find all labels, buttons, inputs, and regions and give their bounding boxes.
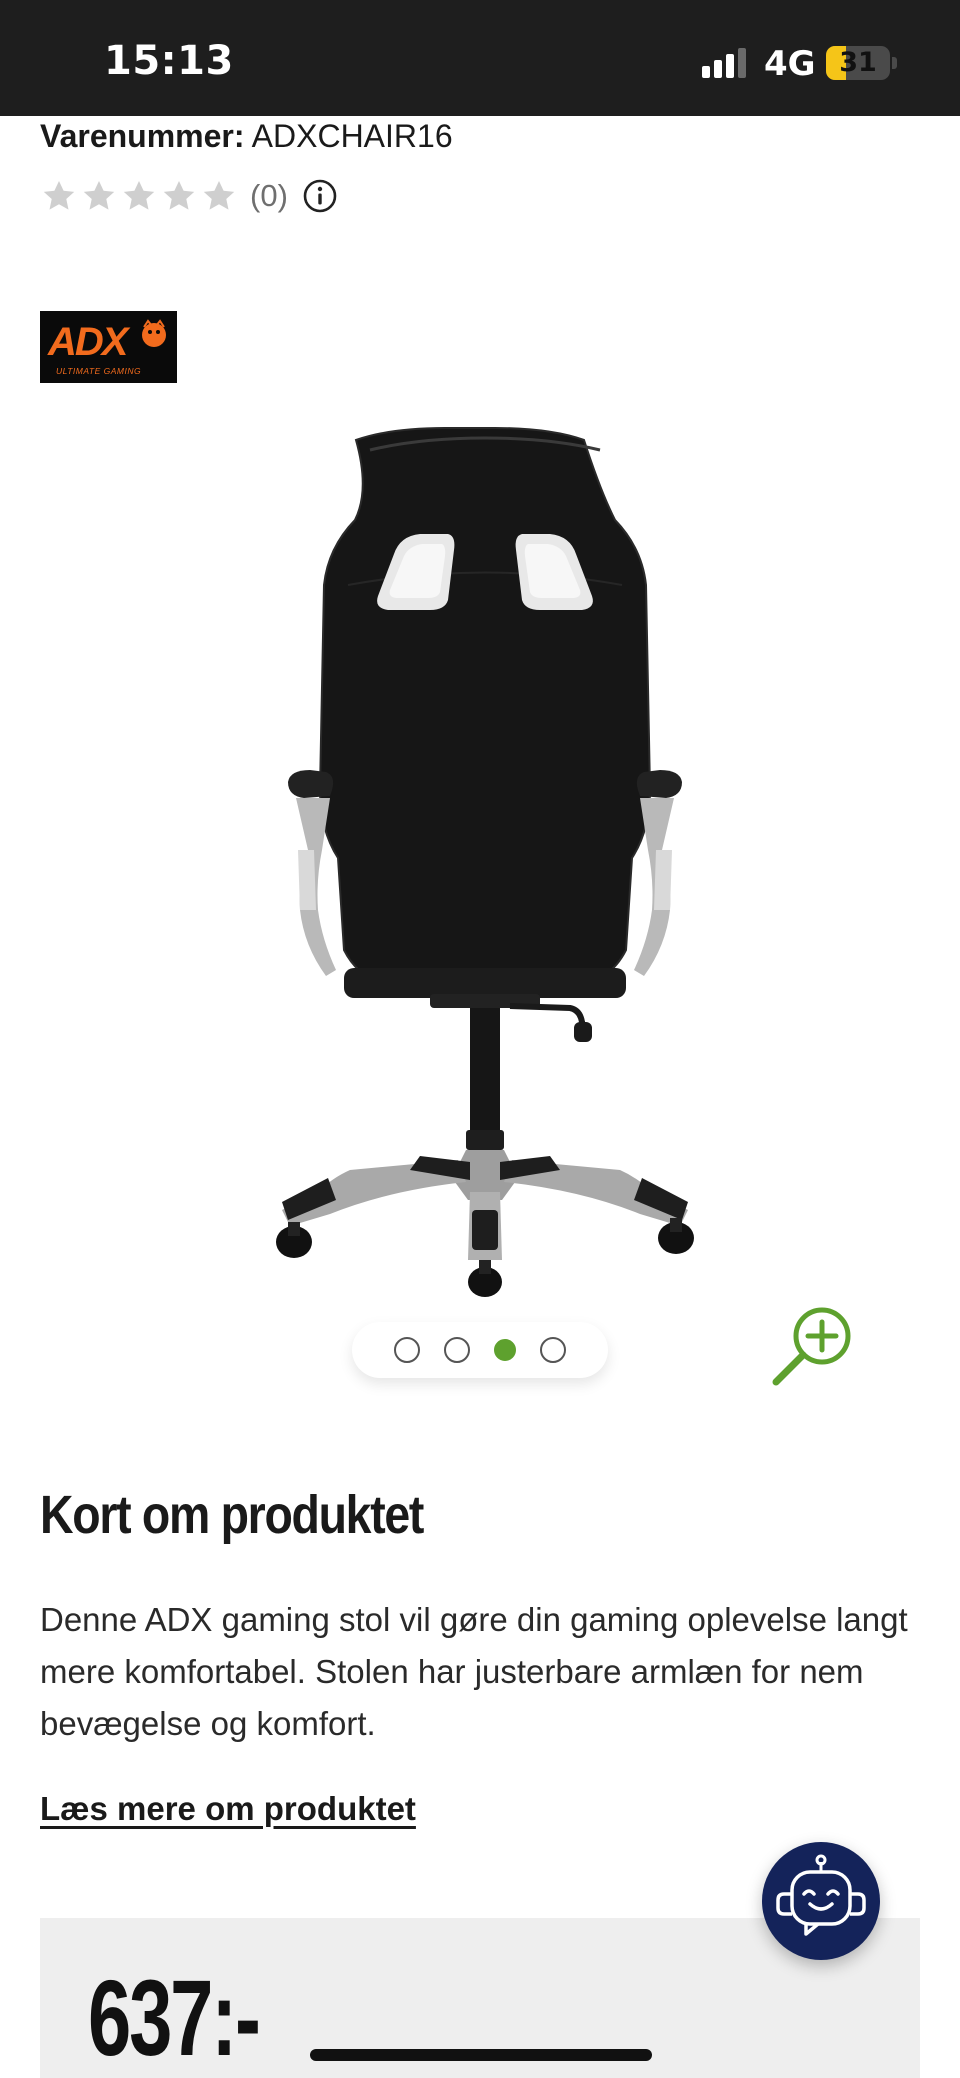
status-bar: 15:13 4G 31	[0, 0, 960, 116]
price-value: 637:-	[88, 1957, 261, 2078]
price-divider	[310, 2049, 652, 2061]
adx-logo-icon: ADX ULTIMATE GAMING	[47, 319, 166, 376]
rating-count: (0)	[250, 178, 288, 213]
info-icon[interactable]	[302, 178, 338, 214]
star-icon	[163, 180, 195, 210]
battery-icon: 31	[826, 46, 890, 80]
sku-row: Varenummer: ADXCHAIR16	[40, 116, 453, 156]
zoom-in-icon[interactable]	[768, 1302, 858, 1392]
star-icon	[203, 180, 235, 210]
robot-icon	[776, 1854, 866, 1936]
network-type: 4G	[764, 44, 816, 84]
star-icon	[43, 180, 75, 210]
gallery-dot[interactable]	[394, 1337, 420, 1363]
gallery-dot[interactable]	[444, 1337, 470, 1363]
gallery-dot[interactable]	[540, 1337, 566, 1363]
product-gallery[interactable]	[0, 410, 960, 1310]
rating-row[interactable]: (0)	[40, 174, 338, 218]
star-icon	[123, 180, 155, 210]
gallery-pagination[interactable]	[352, 1322, 608, 1378]
about-title: Kort om produktet	[40, 1485, 424, 1545]
sku-value: ADXCHAIR16	[251, 118, 453, 154]
brand-logo-subtext: ULTIMATE GAMING	[56, 366, 141, 376]
star-icon	[83, 180, 115, 210]
product-image[interactable]	[270, 410, 700, 1300]
rating-stars	[40, 177, 238, 215]
sku-label: Varenummer:	[40, 118, 245, 154]
brand-logo-text: ADX	[47, 320, 131, 364]
brand-logo[interactable]: ADX ULTIMATE GAMING	[40, 311, 177, 383]
battery-cap	[892, 57, 897, 69]
signal-icon	[702, 48, 746, 78]
status-time: 15:13	[104, 38, 234, 84]
read-more-link[interactable]: Læs mere om produktet	[40, 1790, 416, 1828]
battery-level: 31	[839, 47, 877, 78]
chat-bot-button[interactable]	[762, 1842, 880, 1960]
gallery-dot[interactable]	[494, 1339, 516, 1361]
about-description: Denne ADX gaming stol vil gøre din gamin…	[40, 1601, 908, 1742]
